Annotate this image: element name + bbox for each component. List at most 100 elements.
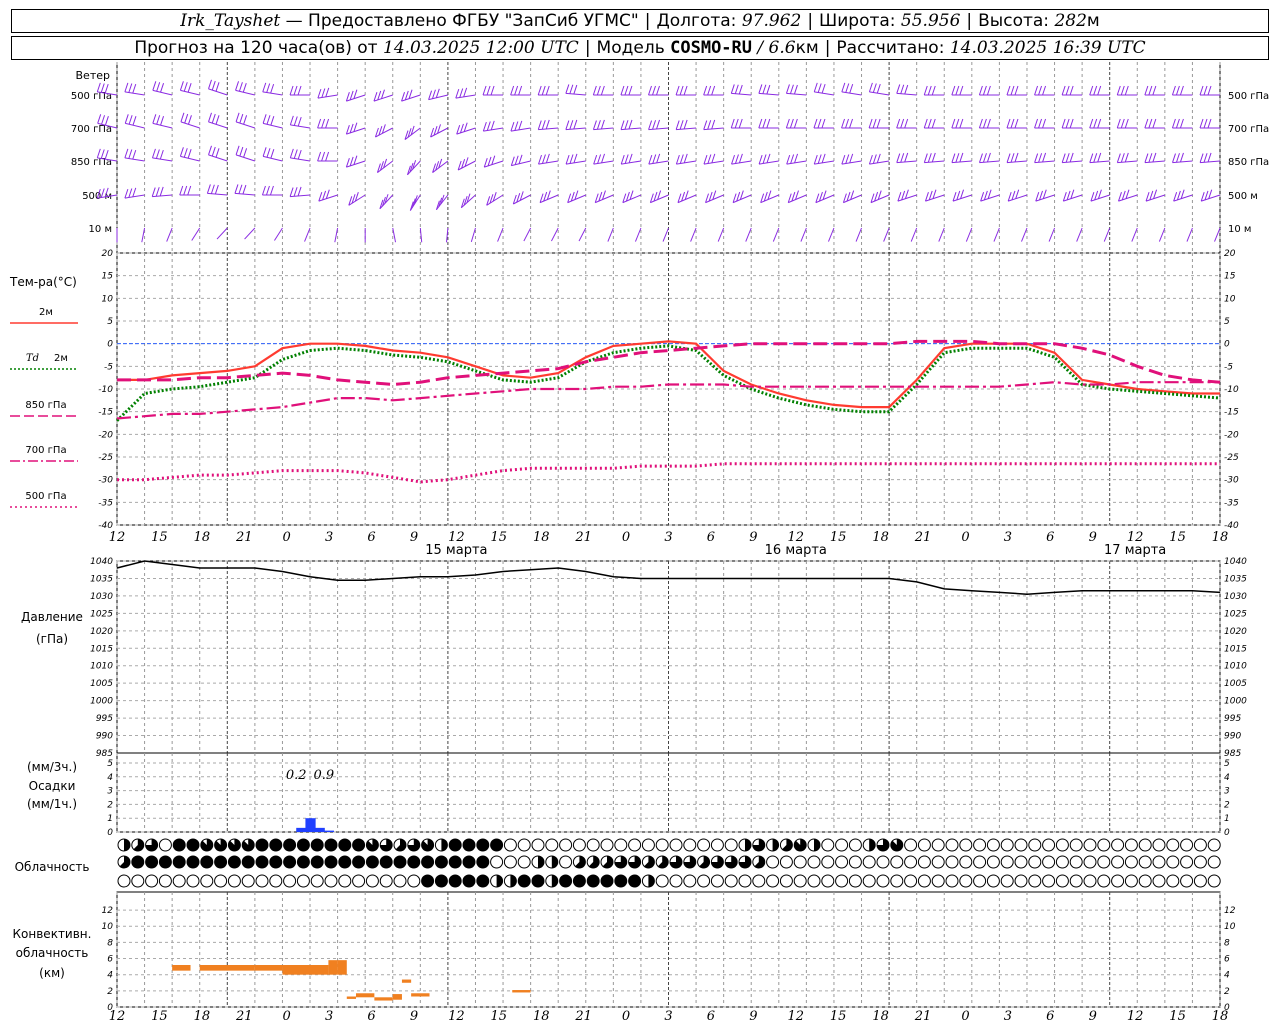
cloud-octa-circle bbox=[779, 855, 793, 869]
wind-barb-feather bbox=[734, 154, 739, 164]
wind-barb bbox=[1200, 160, 1221, 164]
hour-tick-label: 18 bbox=[194, 530, 211, 545]
wind-barb bbox=[1144, 160, 1165, 164]
wind-barb-feather bbox=[675, 154, 680, 165]
wind-barb bbox=[731, 160, 752, 165]
cloud-octa-circle bbox=[1111, 874, 1125, 888]
wind-barb-feather bbox=[628, 85, 633, 96]
cloud-octa-circle bbox=[766, 855, 780, 869]
cloud-octa-full bbox=[463, 856, 475, 868]
wind-barb-feather bbox=[184, 113, 189, 124]
wind-barb-feather bbox=[1116, 118, 1121, 129]
wind-barb-feather bbox=[238, 184, 243, 194]
wind-barb-feather bbox=[904, 118, 909, 129]
wind-barb-feather bbox=[486, 85, 491, 96]
wind-barb-feather bbox=[183, 148, 188, 158]
cloud-octa-circle bbox=[862, 855, 876, 869]
cloud-octa-full bbox=[628, 875, 641, 887]
cloud-octa-circle bbox=[145, 874, 159, 888]
wind-barb-feather bbox=[518, 120, 523, 131]
cloud-octa-full bbox=[325, 856, 337, 868]
wind-barb bbox=[1008, 194, 1028, 202]
wind-barb bbox=[263, 155, 283, 162]
hour-tick-label: 18 bbox=[533, 530, 550, 545]
wind-barb-feather bbox=[821, 118, 826, 129]
pressure-tick-left: 990 bbox=[96, 732, 113, 742]
wind-barb-feather bbox=[1124, 85, 1129, 96]
cloud-octa-circle bbox=[766, 874, 780, 888]
wind-barb-feather bbox=[537, 85, 542, 96]
wind-barb-feather bbox=[541, 154, 546, 164]
wind-barb-feather bbox=[428, 90, 433, 100]
pressure-tick-left: 1030 bbox=[90, 592, 113, 602]
wind-barb-feather bbox=[841, 82, 846, 93]
wind-barb-feather bbox=[1116, 153, 1121, 163]
cloud-octa-fill bbox=[538, 856, 544, 868]
wind-barb-feather bbox=[270, 116, 275, 126]
wind-barb-feather bbox=[624, 154, 629, 164]
temperature-legend-label: 700 гПа bbox=[25, 445, 66, 456]
wind-barb-feather bbox=[1089, 85, 1094, 96]
wind-barb bbox=[897, 194, 917, 202]
wind-barb-feather bbox=[234, 184, 239, 194]
wind-barb bbox=[760, 194, 779, 204]
cloud-octa-circle bbox=[517, 838, 531, 852]
wind-barb-feather bbox=[242, 184, 247, 195]
pressure-tick-left: 1010 bbox=[90, 662, 113, 672]
wind-barb-feather bbox=[656, 119, 661, 130]
cloud-octa-circle bbox=[1097, 855, 1111, 869]
cloud-octa-circle bbox=[407, 874, 421, 888]
hour-tick-label: 6 bbox=[707, 530, 715, 545]
cloud-octa-full bbox=[352, 856, 365, 868]
wind-barb-feather bbox=[1034, 85, 1039, 96]
cloud-octa-circle bbox=[1193, 874, 1207, 888]
wind-barb-feather bbox=[1171, 85, 1176, 96]
wind-barb bbox=[317, 94, 338, 99]
wind-barb bbox=[690, 227, 697, 242]
cloud-octa-circle bbox=[876, 855, 890, 869]
wind-barb-feather bbox=[1065, 85, 1070, 96]
cloud-octa-full bbox=[269, 856, 282, 868]
pressure-tick-right: 1025 bbox=[1224, 609, 1247, 619]
wind-barb-feather bbox=[1061, 118, 1066, 129]
cloud-octa-full bbox=[297, 839, 310, 851]
cloud-octa-circle bbox=[559, 838, 573, 852]
cloud-octa-full bbox=[449, 839, 462, 851]
convective-unit: (км) bbox=[39, 966, 65, 980]
wind-barb bbox=[578, 227, 587, 242]
hour-tick-label: 0 bbox=[283, 1009, 291, 1024]
wind-barb-feather bbox=[262, 82, 267, 93]
wind-barb-feather bbox=[1207, 85, 1212, 96]
wind-barb-feather bbox=[817, 83, 822, 93]
wind-barb-feather bbox=[1203, 85, 1208, 96]
pressure-tick-left: 1035 bbox=[90, 574, 113, 584]
wind-barb-feather bbox=[900, 84, 905, 94]
cloud-octa-circle bbox=[848, 838, 862, 852]
wind-barb-feather bbox=[597, 154, 602, 164]
cloud-octa-circle bbox=[1111, 855, 1125, 869]
convective-tick-right: 10 bbox=[1224, 922, 1236, 932]
wind-barb-feather bbox=[124, 114, 129, 124]
convective-tick-right: 12 bbox=[1224, 906, 1236, 916]
wind-barb bbox=[334, 227, 339, 243]
wind-barb bbox=[124, 157, 145, 162]
wind-barb bbox=[1158, 227, 1166, 242]
wind-barb-feather bbox=[155, 187, 160, 197]
cloud-octa-circle bbox=[1124, 838, 1138, 852]
wind-barb-feather bbox=[979, 153, 983, 163]
wind-barb-feather bbox=[289, 187, 294, 197]
wind-barb bbox=[456, 127, 476, 135]
temperature-tick-left: 15 bbox=[102, 272, 114, 282]
wind-barb-feather bbox=[1042, 118, 1047, 129]
wind-barb-feather bbox=[703, 120, 708, 130]
wind-barb bbox=[274, 227, 283, 241]
wind-barb-feather bbox=[790, 154, 795, 164]
wind-barb bbox=[800, 227, 807, 242]
wind-barb-feather bbox=[592, 120, 597, 130]
wind-barb-feather bbox=[841, 154, 846, 165]
wind-level-label-right: 10 м bbox=[1228, 224, 1251, 235]
cloud-octa-circle bbox=[1042, 838, 1056, 852]
cloud-octa-circle bbox=[365, 874, 379, 888]
wind-barb-feather bbox=[132, 83, 137, 94]
cloud-octa-circle bbox=[214, 874, 228, 888]
